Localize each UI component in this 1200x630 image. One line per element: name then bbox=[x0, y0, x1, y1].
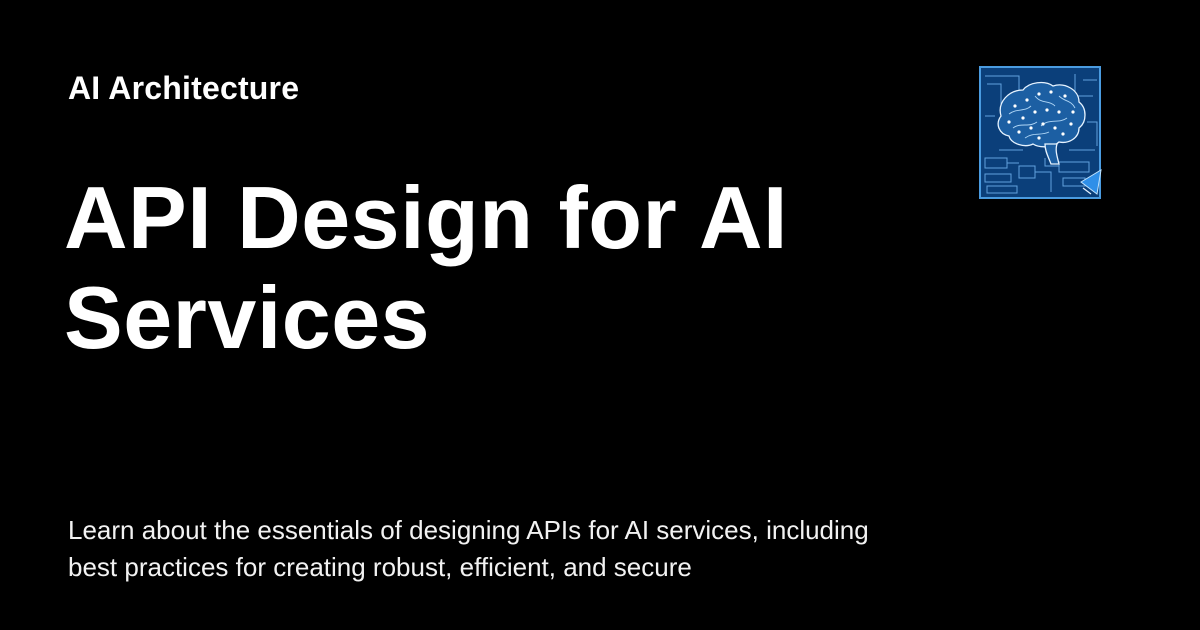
brain-circuit-logo-icon bbox=[979, 66, 1103, 200]
page-title: API Design for AI Services bbox=[64, 168, 788, 367]
category-label: AI Architecture bbox=[68, 70, 300, 106]
article-description: Learn about the essentials of designing … bbox=[68, 515, 869, 582]
